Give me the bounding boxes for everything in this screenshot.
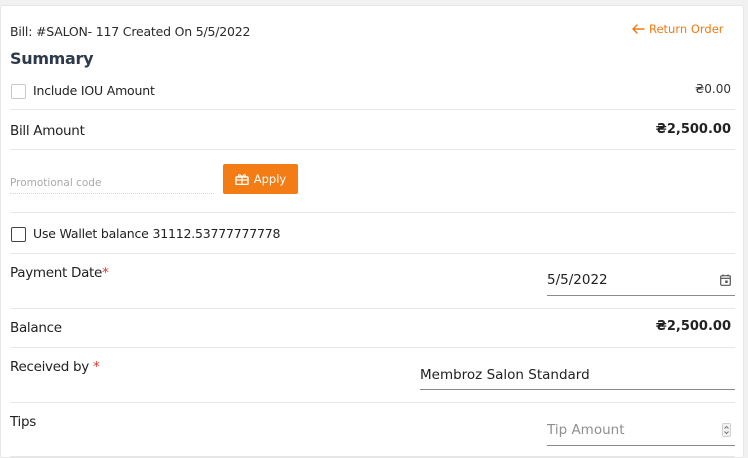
include-iou-checkbox[interactable] xyxy=(11,84,26,99)
apply-button[interactable]: Apply xyxy=(223,164,298,194)
tip-amount-input[interactable] xyxy=(547,422,722,438)
divider xyxy=(10,308,735,309)
bill-amount-value: ₴2,500.00 xyxy=(655,122,731,137)
divider xyxy=(10,402,735,403)
payment-date-label: Payment Date* xyxy=(10,265,109,281)
received-by-field[interactable] xyxy=(420,361,735,390)
divider xyxy=(10,149,735,150)
calendar-icon[interactable] xyxy=(720,274,731,286)
bill-summary-card: Bill: #SALON- 117 Created On 5/5/2022 Re… xyxy=(0,5,744,458)
arrow-left-icon xyxy=(632,24,645,34)
include-iou-label: Include IOU Amount xyxy=(33,83,155,98)
divider xyxy=(10,456,735,457)
divider xyxy=(10,212,735,213)
divider xyxy=(10,347,735,348)
iou-amount: ₴0.00 xyxy=(694,82,731,96)
divider xyxy=(10,109,735,110)
required-mark: * xyxy=(92,359,100,375)
balance-label: Balance xyxy=(10,320,62,336)
payment-date-input[interactable] xyxy=(547,272,720,288)
return-order-link[interactable]: Return Order xyxy=(632,22,724,36)
bill-amount-label: Bill Amount xyxy=(10,123,85,139)
divider xyxy=(10,253,735,254)
tips-label: Tips xyxy=(10,414,36,430)
return-order-label: Return Order xyxy=(649,22,724,36)
use-wallet-label: Use Wallet balance 31112.53777777778 xyxy=(33,226,281,241)
received-by-label: Received by * xyxy=(10,359,100,375)
bill-info: Bill: #SALON- 117 Created On 5/5/2022 xyxy=(10,24,251,39)
gift-icon xyxy=(235,174,249,185)
required-mark: * xyxy=(102,265,109,281)
summary-title: Summary xyxy=(10,49,94,68)
apply-label: Apply xyxy=(253,172,287,186)
spinner-icon[interactable] xyxy=(722,423,731,437)
received-by-input[interactable] xyxy=(420,367,735,383)
tip-amount-field[interactable] xyxy=(547,415,735,446)
balance-value: ₴2,500.00 xyxy=(655,319,731,334)
promo-code-input[interactable] xyxy=(10,172,214,194)
use-wallet-checkbox[interactable] xyxy=(11,227,26,242)
payment-date-field[interactable] xyxy=(547,265,735,296)
